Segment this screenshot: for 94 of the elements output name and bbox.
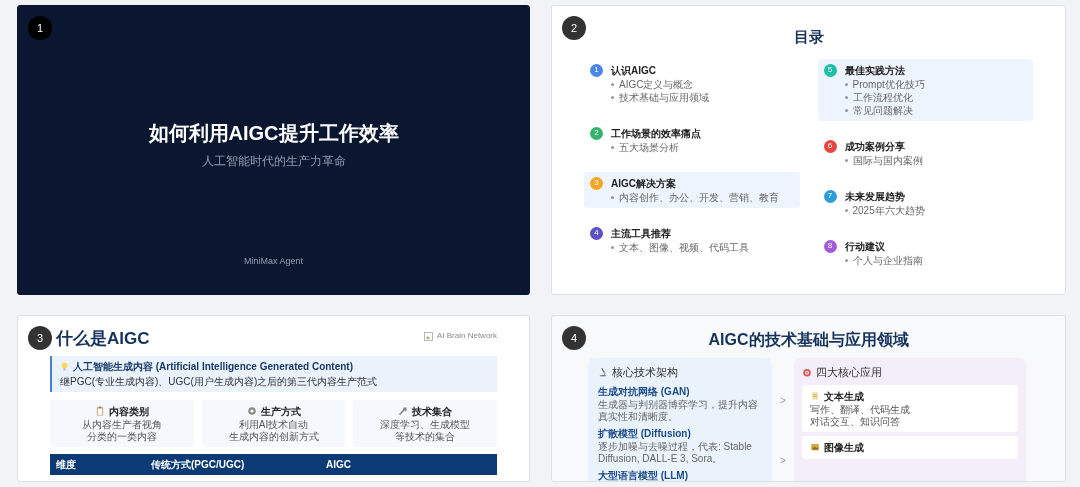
slide-title: 如何利用AIGC提升工作效率 <box>148 121 399 146</box>
card-title: 技术集合 <box>412 404 453 419</box>
card-title: 生产方式 <box>260 404 301 419</box>
bullet-dot <box>844 108 848 112</box>
notepad-icon <box>809 391 820 401</box>
slide-thumbnail[interactable]: 1 如何利用AIGC提升工作效率 人工智能时代的生产力革命 MiniMax Agent <box>17 5 530 295</box>
slide-subtitle: 人工智能时代的生产力革命 <box>201 153 346 170</box>
bullet-text: Prompt优化技巧 <box>852 77 925 91</box>
toc-item[interactable]: 2 工作场景的效率痛点 五大场景分析 <box>584 121 800 158</box>
slide-title: AIGC的技术基础与应用领域 <box>708 330 909 350</box>
toc-item[interactable]: 7 未来发展趋势 2025年六大趋势 <box>817 184 1033 221</box>
bullet-dot <box>844 158 848 162</box>
bullet-text: 技术基础与应用领域 <box>619 90 709 104</box>
lightbulb-icon <box>60 361 69 371</box>
number-dot: 3 <box>590 176 603 190</box>
image-alt-text: AI Brain Network <box>436 330 497 342</box>
toc-item-title: 成功案例分享 <box>844 139 905 154</box>
toc-item-title: 未来发展趋势 <box>844 189 905 204</box>
card-title: 图像生成 <box>823 440 864 455</box>
panel-title: 核心技术架构 <box>612 365 678 380</box>
entry-text: 生成器与判别器博弈学习，提升内容真实性和清晰度。 <box>598 398 759 423</box>
slide-number: 3 <box>28 326 52 350</box>
bullet-text: 五大场景分析 <box>619 140 679 154</box>
card-text: 分类的一类内容 <box>85 430 158 443</box>
picture-frame-icon <box>809 442 820 452</box>
card-title: 内容类别 <box>108 404 149 419</box>
bullet-dot <box>611 82 614 86</box>
microscope-icon <box>598 367 608 378</box>
bullet-text: 国际与国内案例 <box>852 153 923 167</box>
slide-footer: MiniMax Agent <box>244 255 303 269</box>
toc-item[interactable]: 3 AIGC解决方案 内容创作、办公、开发、营销、教育 <box>584 171 800 208</box>
card-text: 利用AI技术自动 <box>237 418 310 431</box>
bullet-dot <box>611 195 614 199</box>
entry-title: 大型语言模型 (LLM) <box>598 468 689 481</box>
slide-thumbnail[interactable]: 4 AIGC的技术基础与应用领域 核心技术架构 生成对抗网络 (GAN) 生成器与判别器博弈学习，提升内容真实性和清晰度。 扩散模型 (Diffusion) 逐步加噪与去噪过程，代表: Stable Diffusion, DALL-E 3, Sora。 大型语言模型 (LLM) > > 四大核心应用 文本生成 写作、翻译、代码生成 对话交互、知识问答 图像生成 <box>551 315 1066 482</box>
entry-title: 生成对抗网络 (GAN) <box>598 384 691 399</box>
broken-image-icon <box>423 331 433 341</box>
number-dot: 2 <box>590 126 603 140</box>
bullet-dot <box>844 258 848 262</box>
slide-number: 1 <box>28 16 52 40</box>
slide-title: 什么是AIGC <box>56 328 150 350</box>
number-dot: 6 <box>823 139 837 153</box>
bullet-dot <box>844 208 848 212</box>
toc-item[interactable]: 4 主流工具推荐 文本、图像、视频、代码工具 <box>584 221 800 258</box>
card-text: 深度学习、生成模型 <box>379 418 472 431</box>
bullet-dot <box>611 95 614 99</box>
toc-item-title: 主流工具推荐 <box>611 226 671 241</box>
bullet-dot <box>611 245 614 249</box>
entry-title: 扩散模型 (Diffusion) <box>598 426 692 441</box>
toc-item-title: AIGC解决方案 <box>611 176 676 191</box>
number-dot: 7 <box>823 189 837 203</box>
callout-text: 继PGC(专业生成内容)、UGC(用户生成内容)之后的第三代内容生产范式 <box>60 374 379 389</box>
wrench-icon <box>398 406 409 416</box>
toc-item[interactable]: 8 行动建议 个人与企业指南 <box>817 234 1033 271</box>
bullet-text: 工作流程优化 <box>852 90 913 104</box>
number-dot: 4 <box>590 226 603 240</box>
panel-title: 四大核心应用 <box>815 365 882 380</box>
toc-item-title: 工作场景的效率痛点 <box>611 126 701 141</box>
gear-icon <box>246 406 257 416</box>
arrow-text: > <box>780 454 786 468</box>
arrow-text: > <box>780 394 786 408</box>
bullet-text: 文本、图像、视频、代码工具 <box>619 240 749 254</box>
slide-number: 4 <box>562 326 586 350</box>
toc-item[interactable]: 6 成功案例分享 国际与国内案例 <box>817 134 1033 171</box>
toc-item-title: 行动建议 <box>844 239 885 254</box>
slide-title: 目录 <box>793 27 824 47</box>
callout-title: 人工智能生成内容 (Artificial Intelligence Generated Content) <box>73 359 354 374</box>
card-text: 等技术的集合 <box>394 430 457 443</box>
slide-number: 2 <box>562 16 586 40</box>
number-dot: 1 <box>590 63 603 77</box>
card-text: 写作、翻译、代码生成 <box>809 403 911 416</box>
toc-item-title: 认识AIGC <box>611 63 656 78</box>
toc-item-title: 最佳实践方法 <box>844 63 905 78</box>
number-dot: 5 <box>823 63 837 77</box>
bullet-text: AIGC定义与概念 <box>619 77 694 91</box>
target-icon <box>801 367 812 378</box>
card-title: 文本生成 <box>823 389 864 404</box>
toc-item[interactable]: 1 认识AIGC AIGC定义与概念 技术基础与应用领域 <box>584 58 800 108</box>
bullet-text: 内容创作、办公、开发、营销、教育 <box>619 190 779 204</box>
bullet-text: 2025年六大趋势 <box>852 203 925 217</box>
card-text: 从内容生产者视角 <box>80 418 163 431</box>
bullet-dot <box>844 82 848 86</box>
bullet-text: 个人与企业指南 <box>852 253 923 267</box>
card-text: 生成内容的创新方式 <box>227 430 320 443</box>
clipboard-icon <box>94 406 105 416</box>
slide-thumbnail[interactable] <box>17 315 530 482</box>
card-text: 对话交互、知识问答 <box>809 415 901 428</box>
bullet-dot <box>844 95 848 99</box>
entry-text: 逐步加噪与去噪过程，代表: Stable Diffusion, DALL-E 3, Sora。 <box>598 440 753 465</box>
toc-item[interactable]: 5 最佳实践方法 Prompt优化技巧 工作流程优化 常见问题解决 <box>817 58 1033 121</box>
number-dot: 8 <box>823 239 837 253</box>
bullet-dot <box>611 145 614 149</box>
slide-thumbnail[interactable]: 2 目录 1 认识AIGC AIGC定义与概念 技术基础与应用领域 2 工作场景的效率痛点 五大场景分析 3 AIGC解决方案 内容创作、办公、开发、营销、教育 4 主流工具推荐 文本、图像、视频、代码工具 5 最佳实践方法 Prompt优化技巧 工作流程优化 常见问题解决 6 成功案例分享 国际与国内案例 7 未来发展趋势 2025年六大趋势 8 行动建议 个人与企业指南 <box>551 5 1066 295</box>
bullet-text: 常见问题解决 <box>852 103 913 117</box>
